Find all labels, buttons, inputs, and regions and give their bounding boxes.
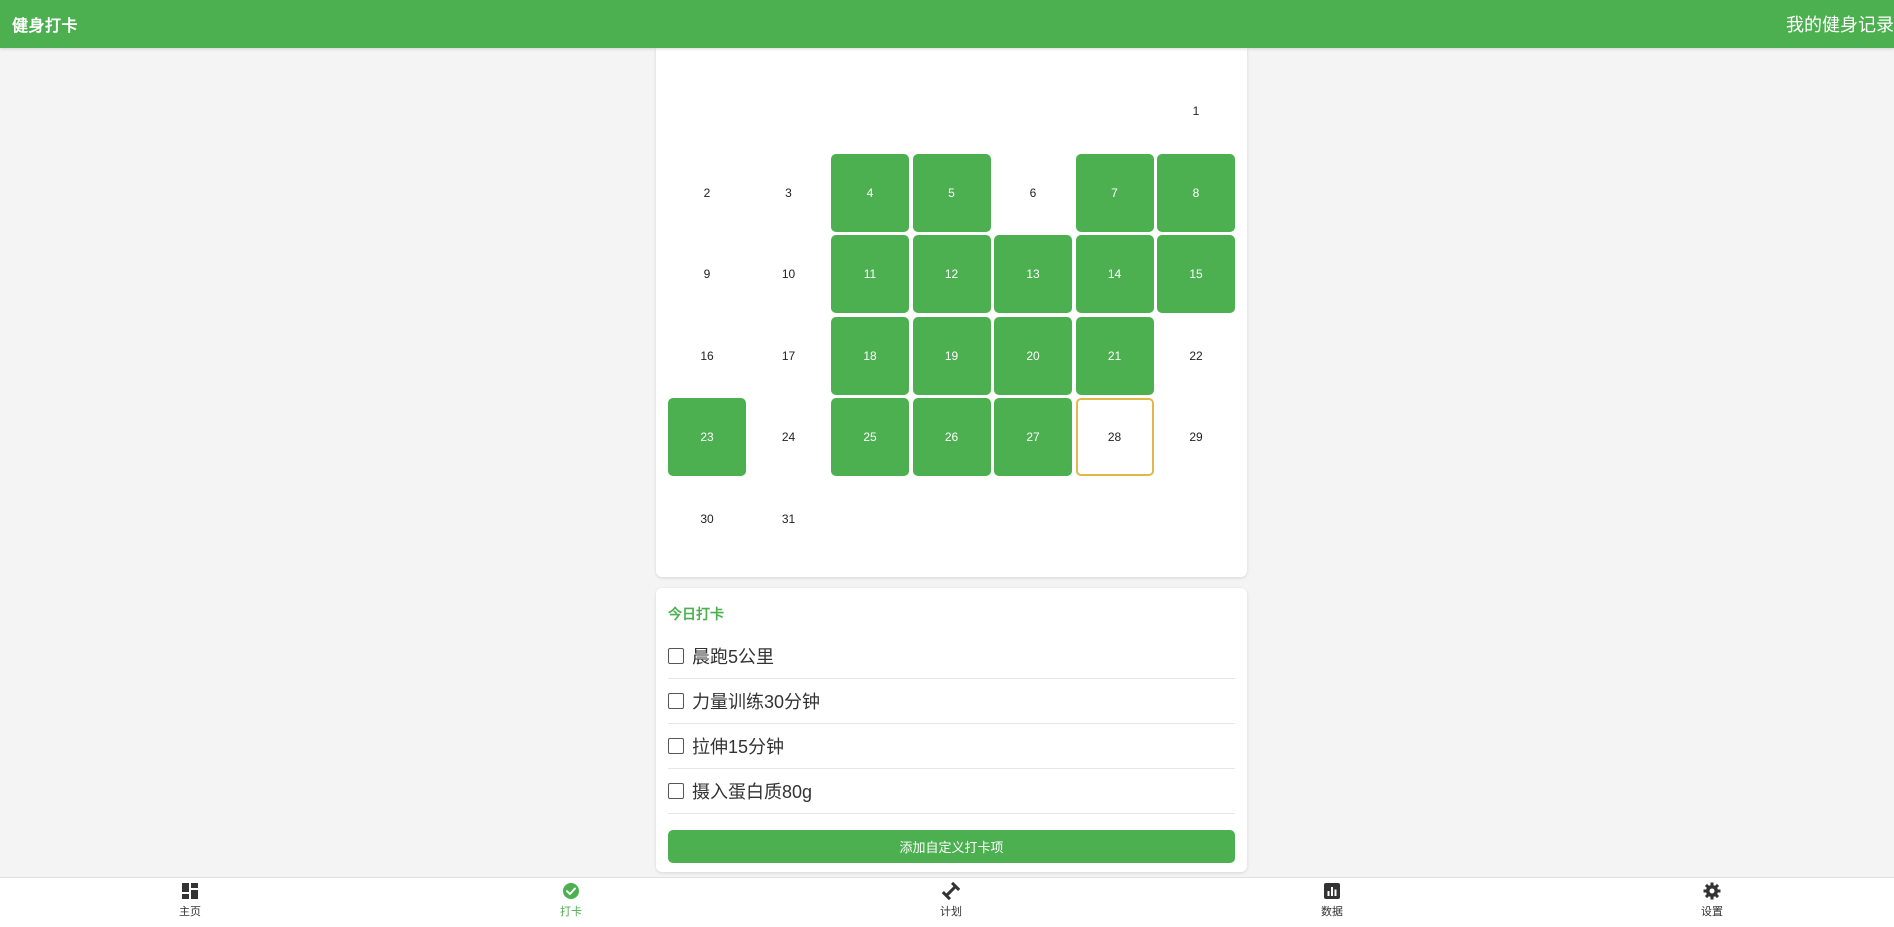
calendar-day[interactable]: 22 <box>1157 317 1235 395</box>
task-checkbox[interactable] <box>668 693 684 709</box>
gear-icon <box>1703 882 1721 900</box>
calendar-day-checked[interactable]: 25 <box>831 398 909 476</box>
calendar-day[interactable]: 31 <box>750 480 828 558</box>
nav-label: 打卡 <box>560 906 582 918</box>
calendar-blank-cell <box>913 72 991 150</box>
task-item[interactable]: 力量训练30分钟 <box>668 679 1235 724</box>
app-title: 健身打卡 <box>12 18 79 35</box>
calendar-day-checked[interactable]: 20 <box>994 316 1072 395</box>
calendar-day-checked[interactable]: 12 <box>912 235 991 313</box>
calendar-day-checked[interactable]: 19 <box>912 316 991 395</box>
calendar-day[interactable]: 3 <box>750 154 828 232</box>
today-checkin-card: 今日打卡 晨跑5公里 力量训练30分钟 拉伸15分钟 摄入蛋白质80g 添加自定… <box>656 588 1247 872</box>
task-item[interactable]: 拉伸15分钟 <box>668 724 1235 769</box>
calendar-day-checked[interactable]: 7 <box>1075 153 1154 232</box>
calendar-day[interactable]: 17 <box>750 317 828 395</box>
calendar-blank-cell <box>750 72 828 150</box>
calendar-day[interactable]: 1 <box>1157 72 1235 150</box>
task-item[interactable]: 晨跑5公里 <box>668 634 1235 679</box>
nav-item-settings[interactable]: 设置 <box>1672 882 1752 919</box>
calendar-day-checked[interactable]: 15 <box>1157 235 1235 313</box>
calendar-blank-cell <box>668 72 746 150</box>
task-checkbox[interactable] <box>668 738 684 754</box>
nav-label: 计划 <box>940 906 962 918</box>
nav-label: 数据 <box>1321 906 1343 918</box>
nav-item-plan[interactable]: 计划 <box>911 882 991 919</box>
task-label: 力量训练30分钟 <box>692 692 821 712</box>
calendar-card: 1 2 3 4 5 6 7 8 9 10 11 12 13 14 15 16 17 18 19 20 21 22 23 24 2… <box>656 48 1247 577</box>
check-circle-icon <box>562 882 580 900</box>
calendar-day[interactable]: 16 <box>668 317 746 395</box>
calendar-day-checked[interactable]: 11 <box>831 235 909 313</box>
add-custom-checkin-button[interactable]: 添加自定义打卡项 <box>668 830 1235 863</box>
task-label: 摄入蛋白质80g <box>692 782 813 802</box>
calendar-blank-cell <box>1076 72 1154 150</box>
calendar-blank-cell <box>994 72 1072 150</box>
nav-label: 主页 <box>179 906 201 918</box>
my-records-link[interactable]: 我的健身记录 <box>1786 11 1894 37</box>
calendar-day-checked[interactable]: 14 <box>1075 235 1154 313</box>
calendar-day-checked[interactable]: 4 <box>831 153 909 232</box>
calendar-blank-cell <box>831 72 909 150</box>
task-checkbox[interactable] <box>668 648 684 664</box>
calendar-day-checked[interactable]: 23 <box>668 398 746 476</box>
bottom-nav: 主页 打卡 计划 数据 设置 <box>0 877 1894 927</box>
calendar-day[interactable]: 29 <box>1157 398 1235 476</box>
calendar-day-checked[interactable]: 13 <box>994 235 1072 313</box>
calendar-day[interactable]: 2 <box>668 154 746 232</box>
calendar-day[interactable]: 6 <box>994 154 1072 232</box>
calendar-day-checked[interactable]: 26 <box>912 398 991 476</box>
calendar-day[interactable]: 9 <box>668 235 746 313</box>
calendar-day-checked[interactable]: 27 <box>994 398 1072 476</box>
nav-item-home[interactable]: 主页 <box>150 882 230 919</box>
nav-item-checkin[interactable]: 打卡 <box>531 882 611 919</box>
task-item[interactable]: 摄入蛋白质80g <box>668 769 1235 814</box>
fitness-icon <box>942 882 960 900</box>
nav-label: 设置 <box>1701 906 1723 918</box>
bar-chart-icon <box>1323 882 1341 900</box>
calendar-day-checked[interactable]: 8 <box>1157 153 1235 232</box>
calendar-grid: 1 2 3 4 5 6 7 8 9 10 11 12 13 14 15 16 17 18 19 20 21 22 23 24 2… <box>668 72 1235 558</box>
calendar-day-checked[interactable]: 18 <box>831 316 909 395</box>
calendar-day-today[interactable]: 28 <box>1075 398 1154 476</box>
calendar-day[interactable]: 30 <box>668 480 746 558</box>
dashboard-icon <box>181 882 199 900</box>
main-content: 1 2 3 4 5 6 7 8 9 10 11 12 13 14 15 16 17 18 19 20 21 22 23 24 2… <box>656 48 1247 872</box>
calendar-day[interactable]: 10 <box>750 235 828 313</box>
app-header: 健身打卡 我的健身记录 <box>0 0 1894 48</box>
calendar-day-checked[interactable]: 21 <box>1075 316 1154 395</box>
task-checkbox[interactable] <box>668 783 684 799</box>
today-checkin-title: 今日打卡 <box>668 606 724 622</box>
task-label: 晨跑5公里 <box>692 647 775 667</box>
calendar-day-checked[interactable]: 5 <box>912 153 991 232</box>
nav-item-data[interactable]: 数据 <box>1292 882 1372 919</box>
calendar-day[interactable]: 24 <box>750 398 828 476</box>
task-label: 拉伸15分钟 <box>692 737 785 757</box>
